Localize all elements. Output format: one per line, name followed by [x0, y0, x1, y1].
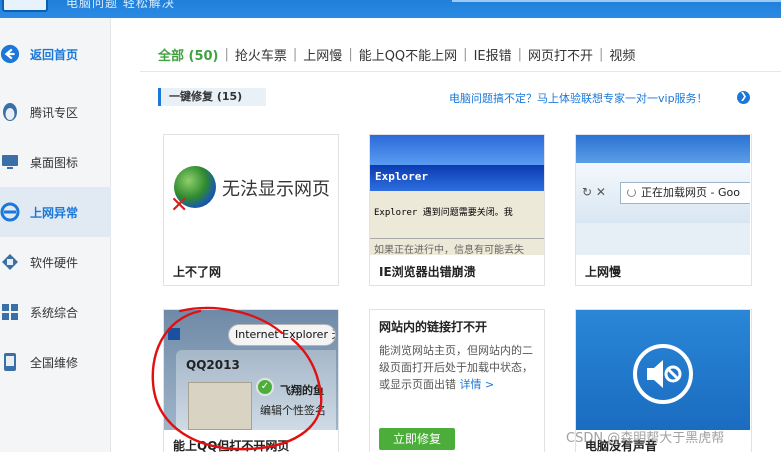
- sidebar-item-label: 上网异常: [30, 205, 79, 220]
- fix-card-no-internet[interactable]: ✕ 无法显示网页 上不了网: [163, 134, 339, 286]
- error-x-icon: ✕: [170, 193, 189, 218]
- card-thumbnail: Internet Explorer 无法显... QQ2013 ✓ 飞翔的鱼 编…: [164, 310, 338, 430]
- thumb-cut-text: 如果正在进行中，信息有可能丢失: [374, 245, 524, 255]
- card-description-text: 能浏览网站主页，但网站内的二级页面打开后处于加载中状态，或显示页面出错: [379, 344, 533, 391]
- fix-card-links-broken[interactable]: 网站内的链接打不开 能浏览网站主页，但网站内的二级页面打开后处于加载中状态，或显…: [369, 309, 545, 452]
- tab-ie-error[interactable]: IE报错: [474, 45, 512, 64]
- tab-separator: |: [348, 46, 353, 62]
- sidebar-item-label: 返回首页: [30, 47, 79, 62]
- sidebar-item-network-issues[interactable]: 上网异常: [0, 187, 111, 237]
- thumb-signature: 编辑个性签名: [260, 404, 326, 417]
- card-title: 网站内的链接打不开: [379, 320, 488, 334]
- refresh-stop-icons: ↻ ✕: [582, 185, 606, 199]
- details-link[interactable]: 详情 >: [460, 378, 495, 391]
- app-logo: [2, 0, 48, 12]
- thumb-title-chip: Internet Explorer 无法显...: [228, 324, 336, 346]
- sidebar: 返回首页 腾讯专区 桌面图标 上网异常 软件硬件 系统综合 全国维修: [0, 18, 111, 452]
- avatar: [188, 382, 252, 430]
- sidebar-item-label: 腾讯专区: [30, 105, 79, 120]
- thumb-user-name: 飞翔的鱼: [280, 384, 324, 397]
- windows-icon: [0, 301, 20, 323]
- thumb-url-text: 正在加载网页 - Goo: [641, 186, 740, 199]
- tab-separator: |: [599, 46, 604, 62]
- browser-titlebar: [576, 135, 750, 163]
- card-thumbnail: Explorer Explorer 遇到问题需要关闭。我 如果正在进行中，信息有…: [370, 135, 544, 255]
- banner-divider: [452, 0, 781, 2]
- sidebar-item-label: 软件硬件: [30, 255, 79, 270]
- tab-separator: |: [463, 46, 468, 62]
- tab-video[interactable]: 视频: [609, 45, 635, 64]
- ie-icon: [0, 201, 20, 223]
- card-thumbnail: [576, 310, 750, 430]
- online-check-icon: ✓: [256, 378, 274, 396]
- fix-now-button[interactable]: 立即修复: [379, 428, 455, 450]
- section-title: 一键修复 (15): [158, 88, 266, 106]
- watermark: CSDN @森明帮大于黑虎帮: [566, 431, 725, 446]
- phone-icon: [0, 351, 20, 373]
- sidebar-item-repair[interactable]: 全国维修: [0, 337, 111, 387]
- fix-card-ie-crash[interactable]: Explorer Explorer 遇到问题需要关闭。我 如果正在进行中，信息有…: [369, 134, 545, 286]
- thumb-message: Explorer 遇到问题需要关闭。我: [374, 208, 513, 218]
- card-thumbnail: ✕ 无法显示网页: [164, 135, 338, 255]
- qq-penguin-icon: [0, 101, 20, 123]
- thumb-text: 无法显示网页: [222, 179, 330, 200]
- sidebar-item-software-hardware[interactable]: 软件硬件: [0, 237, 111, 287]
- tabs-divider: [140, 71, 781, 72]
- sidebar-item-tencent[interactable]: 腾讯专区: [0, 87, 111, 137]
- tab-separator: |: [517, 46, 523, 62]
- thumb-bar-text: Explorer: [375, 170, 428, 183]
- tab-train-tickets[interactable]: 抢火车票: [235, 45, 287, 64]
- back-arrow-icon: [0, 43, 20, 65]
- fix-card-qq-no-web[interactable]: Internet Explorer 无法显... QQ2013 ✓ 飞翔的鱼 编…: [163, 309, 339, 452]
- xp-dialog-header: Explorer: [370, 165, 544, 191]
- top-banner: 电脑问题 轻松解决: [0, 0, 781, 18]
- sidebar-item-label: 系统综合: [30, 305, 79, 320]
- thumb-app-name: QQ2013: [186, 358, 240, 372]
- xp-titlebar: [370, 135, 544, 165]
- sidebar-item-label: 桌面图标: [30, 155, 79, 170]
- xp-divider: [370, 238, 544, 239]
- fix-card-slow-internet[interactable]: ↻ ✕ 正在加载网页 - Goo 上网慢: [575, 134, 752, 286]
- vip-promo-link[interactable]: 电脑问题搞不定？马上体验联想专家一对一vip服务！: [449, 90, 708, 106]
- chip-icon: [0, 251, 20, 273]
- sidebar-item-system[interactable]: 系统综合: [0, 287, 111, 337]
- sidebar-item-back-home[interactable]: 返回首页: [0, 29, 111, 79]
- card-title: IE浏览器出错崩溃: [379, 265, 476, 279]
- chevron-right-icon[interactable]: ❯: [737, 91, 750, 104]
- tab-page-wont-open[interactable]: 网页打不开: [528, 45, 593, 64]
- sidebar-item-label: 全国维修: [30, 355, 79, 370]
- banner-slogan: 电脑问题 轻松解决: [66, 0, 175, 10]
- tab-slow-internet[interactable]: 上网慢: [303, 45, 342, 64]
- browser-body: [576, 223, 750, 255]
- sidebar-item-desktop-icons[interactable]: 桌面图标: [0, 137, 111, 187]
- address-bar: 正在加载网页 - Goo: [620, 182, 750, 204]
- loading-spinner-icon: [627, 188, 636, 197]
- mute-speaker-icon: [633, 344, 693, 404]
- card-title: 上网慢: [585, 265, 622, 279]
- tab-qq-no-internet[interactable]: 能上QQ不能上网: [359, 45, 457, 64]
- tab-separator: |: [292, 46, 298, 62]
- ie-window-icon: [168, 328, 180, 340]
- category-tabs: 全部 (50) | 抢火车票 | 上网慢 | 能上QQ不能上网 | IE报错 |…: [158, 44, 635, 64]
- monitor-icon: [0, 151, 20, 173]
- tab-separator: |: [224, 46, 229, 62]
- card-thumbnail: ↻ ✕ 正在加载网页 - Goo: [576, 135, 750, 255]
- tab-all[interactable]: 全部 (50): [158, 45, 219, 64]
- card-title: 上不了网: [173, 265, 222, 279]
- card-description: 能浏览网站主页，但网站内的二级页面打开后处于加载中状态，或显示页面出错 详情 >: [379, 342, 541, 393]
- card-title: 能上QQ但打不开网页: [173, 439, 290, 452]
